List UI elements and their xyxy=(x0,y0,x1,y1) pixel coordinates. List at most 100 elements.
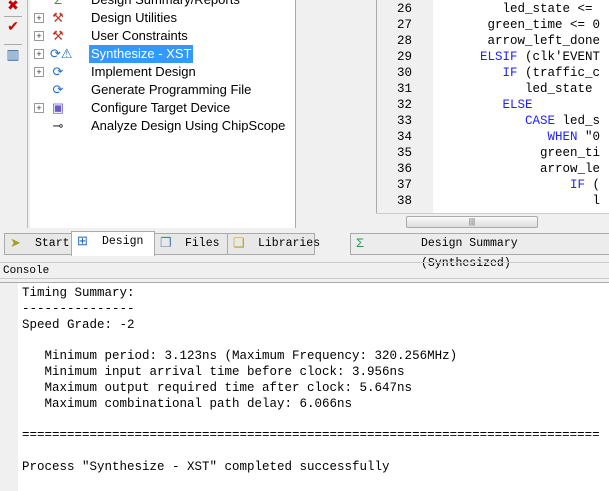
line-number: 26 xyxy=(397,2,413,16)
expand-icon[interactable]: + xyxy=(34,13,44,23)
tree-item-label: Configure Target Device xyxy=(91,100,231,115)
code-line: 29 ELSIF (clk'EVENT xyxy=(377,49,609,65)
tab-libraries[interactable]: ❏ Libraries xyxy=(227,233,320,255)
tree-item-label: Generate Programming File xyxy=(91,82,252,97)
console-line: Timing Summary: xyxy=(22,286,135,300)
tree-item-label: Implement Design xyxy=(91,64,196,79)
tab-label: Libraries xyxy=(258,237,321,250)
tab-design-summary[interactable]: Σ Design Summary (Synthesized) xyxy=(350,233,609,270)
code-text: CASE led_s xyxy=(525,114,601,128)
code-text: led_state xyxy=(525,82,593,96)
tab-label: Design xyxy=(102,235,144,248)
process-warning-icon: ⟳⚠ xyxy=(50,46,73,61)
probe-icon: ⊸ xyxy=(52,118,64,133)
console-line: --------------- xyxy=(22,301,135,316)
remove-icon[interactable]: ✖ xyxy=(4,0,22,14)
code-line: 32 ELSE xyxy=(377,97,609,113)
process-icon: ⟳ xyxy=(52,64,64,79)
console-margin xyxy=(0,283,18,491)
tree-item[interactable]: + ⟳⚠ Synthesize - XST xyxy=(30,45,295,63)
expand-icon[interactable]: + xyxy=(34,49,44,59)
line-number: 37 xyxy=(397,178,413,192)
tree-item[interactable]: + ⟳ Implement Design xyxy=(30,63,295,81)
line-number: 38 xyxy=(397,194,413,208)
line-number: 31 xyxy=(397,82,413,96)
code-line: 28 arrow_left_done xyxy=(377,33,609,49)
expand-icon[interactable]: + xyxy=(34,67,44,77)
line-number: 28 xyxy=(397,34,413,48)
code-line: 36 arrow_le xyxy=(377,161,609,177)
code-text: IF ( xyxy=(570,178,601,192)
sigma-icon: Σ xyxy=(356,236,364,251)
console-title: Console xyxy=(0,262,609,279)
code-line: 35 green_ti xyxy=(377,145,609,161)
check-icon[interactable]: ✔ xyxy=(4,16,22,35)
console-line: Minimum period: 3.123ns (Maximum Frequen… xyxy=(22,349,458,364)
horizontal-scrollbar[interactable]: ||| xyxy=(376,213,609,229)
line-number: 29 xyxy=(397,50,413,64)
code-text: led_state <= xyxy=(502,2,593,16)
code-editor[interactable]: 26 led_state <= 27 green_time <= 0 28 arro… xyxy=(376,0,609,213)
side-toolbar: ✖ ✔ ▥ xyxy=(0,0,28,228)
tree-item[interactable]: + ⚒ User Constraints xyxy=(30,27,295,45)
tab-files[interactable]: ❐ Files xyxy=(154,233,228,255)
tools-icon: ⚒ xyxy=(52,10,64,25)
console-output[interactable]: Timing Summary: --------------- Speed Grad… xyxy=(0,282,609,491)
code-line: 27 green_time <= 0 xyxy=(377,17,609,33)
process-tree: Σ Design Summary/Reports + ⚒ Design Utilitie… xyxy=(30,0,296,228)
line-number: 34 xyxy=(397,130,413,144)
console-line: Maximum output required time after clock… xyxy=(22,380,413,395)
window-icon[interactable]: ▥ xyxy=(4,44,22,63)
expand-icon[interactable]: + xyxy=(34,31,44,41)
code-text: green_ti xyxy=(540,146,601,160)
line-number: 33 xyxy=(397,114,413,128)
code-text: WHEN "0 xyxy=(547,130,601,144)
libraries-icon: ❏ xyxy=(233,236,245,251)
code-line: 38 l xyxy=(377,193,609,209)
code-line: 31 led_state xyxy=(377,81,609,97)
code-text: arrow_left_done xyxy=(487,34,601,48)
tree-item[interactable]: ⊸ Analyze Design Using ChipScope xyxy=(30,117,295,135)
code-text: green_time <= 0 xyxy=(487,18,601,32)
code-text: ELSIF (clk'EVENT xyxy=(480,50,601,64)
process-icon: ⟳ xyxy=(52,82,64,97)
expand-icon[interactable]: + xyxy=(34,103,44,113)
code-text: arrow_le xyxy=(540,162,601,176)
code-text: IF (traffic_c xyxy=(502,66,601,80)
design-icon: ⊞ xyxy=(77,234,88,249)
panel-gap xyxy=(296,0,374,228)
tree-item-label: User Constraints xyxy=(91,28,188,43)
code-text: l xyxy=(592,194,601,208)
tree-item[interactable]: Σ Design Summary/Reports xyxy=(30,0,295,9)
tree-item-label: Analyze Design Using ChipScope xyxy=(91,118,286,133)
tools-icon: ⚒ xyxy=(52,28,64,43)
console-line: Process "Synthesize - XST" completed suc… xyxy=(22,459,390,474)
tree-item-label: Design Utilities xyxy=(91,10,177,25)
console-line: Minimum input arrival time before clock:… xyxy=(22,365,405,379)
tree-item[interactable]: + ⚒ Design Utilities xyxy=(30,9,295,27)
scrollbar-thumb[interactable]: ||| xyxy=(406,216,538,228)
line-number: 30 xyxy=(397,66,413,80)
console-line: ========================================… xyxy=(22,428,600,443)
code-line: 30 IF (traffic_c xyxy=(377,65,609,81)
code-line: 26 led_state <= xyxy=(377,1,609,17)
files-icon: ❐ xyxy=(160,236,172,251)
console-line: Speed Grade: -2 xyxy=(22,317,135,332)
tab-label: Start xyxy=(35,237,70,250)
line-number: 32 xyxy=(397,98,413,112)
line-number: 27 xyxy=(397,18,413,32)
sigma-icon: Σ xyxy=(50,0,66,8)
tab-design[interactable]: ⊞ Design xyxy=(71,231,155,256)
code-line: 37 IF ( xyxy=(377,177,609,193)
device-icon: ▣ xyxy=(51,100,65,115)
tree-item[interactable]: ⟳ Generate Programming File xyxy=(30,81,295,99)
code-line: 33 CASE led_s xyxy=(377,113,609,129)
code-text: ELSE xyxy=(502,98,533,112)
console-line: Maximum combinational path delay: 6.066n… xyxy=(22,396,353,411)
tree-item-label: Synthesize - XST xyxy=(89,45,194,63)
tree-item[interactable]: + ▣ Configure Target Device xyxy=(30,99,295,117)
line-number: 36 xyxy=(397,162,413,176)
start-icon: ➤ xyxy=(10,236,21,251)
line-number: 35 xyxy=(397,146,413,160)
tab-start[interactable]: ➤ Start xyxy=(4,233,72,255)
